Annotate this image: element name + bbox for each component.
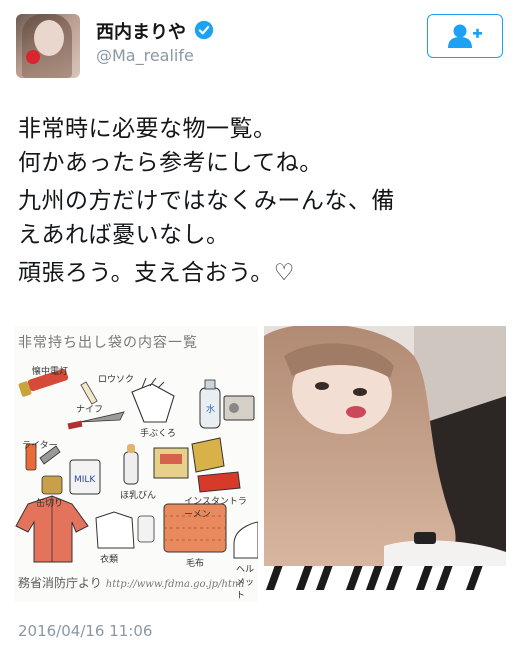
- selfie-photo[interactable]: [264, 326, 506, 602]
- image-source: 務省消防庁より http://www.fdma.go.jp/html: [18, 574, 245, 591]
- item-label: 懐中電灯: [32, 367, 69, 377]
- tweet-line: 非常時に必要な物一覧。: [18, 116, 277, 142]
- user-handle[interactable]: @Ma_realife: [96, 46, 194, 65]
- display-name[interactable]: 西内まりや: [96, 18, 186, 44]
- item-label: 手ぶくろ: [140, 429, 177, 439]
- selfie-illustration: [264, 326, 506, 602]
- svg-text:MILK: MILK: [74, 475, 96, 485]
- item-label: インスタントラーメン: [184, 497, 247, 520]
- item-label: 衣類: [100, 555, 119, 565]
- tweet-line: 頑張ろう。支え合おう。♡: [18, 260, 295, 287]
- item-label: 缶切り: [36, 499, 64, 509]
- item-label: ナイフ: [76, 405, 104, 415]
- svg-text:水: 水: [206, 403, 215, 415]
- source-url: http://www.fdma.go.jp/html: [105, 579, 245, 590]
- item-label: 毛布: [186, 559, 205, 569]
- item-label: ライター: [22, 441, 58, 451]
- tweet-text: 非常時に必要な物一覧。 何かあったら参考にしてね。 九州の方だけではなくみーんな…: [18, 112, 498, 290]
- tweet-media[interactable]: 非常持ち出し袋の内容一覧 水 MILK 懐中電灯 ロウソク ナイフ 手ぶくろ ラ…: [14, 326, 506, 602]
- avatar[interactable]: [16, 14, 80, 78]
- follow-button[interactable]: [427, 14, 503, 58]
- verified-badge-icon: [194, 20, 214, 40]
- avatar-face: [34, 20, 64, 56]
- add-user-icon: [448, 24, 482, 48]
- source-label: 務省消防庁より: [18, 576, 102, 590]
- tweet-timestamp[interactable]: 2016/04/16 11:06: [18, 622, 152, 640]
- avatar-prop: [26, 50, 40, 64]
- tweet-line: えあれば憂いなし。: [18, 222, 230, 249]
- item-label: ほ乳びん: [120, 491, 157, 501]
- tweet-line: 九州の方だけではなくみーんな、備: [18, 188, 395, 215]
- emergency-items-image[interactable]: 非常持ち出し袋の内容一覧 水 MILK 懐中電灯 ロウソク ナイフ 手ぶくろ ラ…: [14, 326, 258, 602]
- item-label: ロウソク: [98, 375, 135, 385]
- tweet-line: 何かあったら参考にしてね。: [18, 150, 323, 177]
